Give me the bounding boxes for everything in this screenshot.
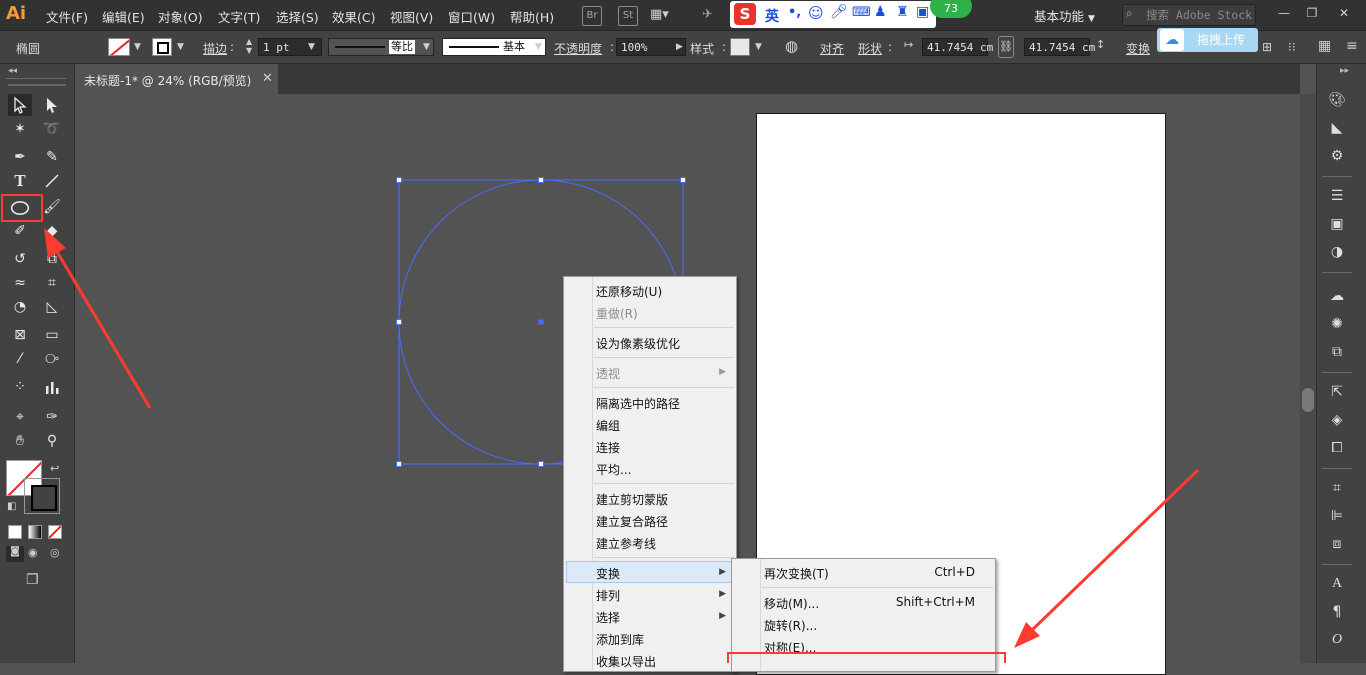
annotation-arrows [44,228,1200,648]
annotation-arrow-left [44,228,152,409]
annotation-arrow-right [1014,468,1200,648]
